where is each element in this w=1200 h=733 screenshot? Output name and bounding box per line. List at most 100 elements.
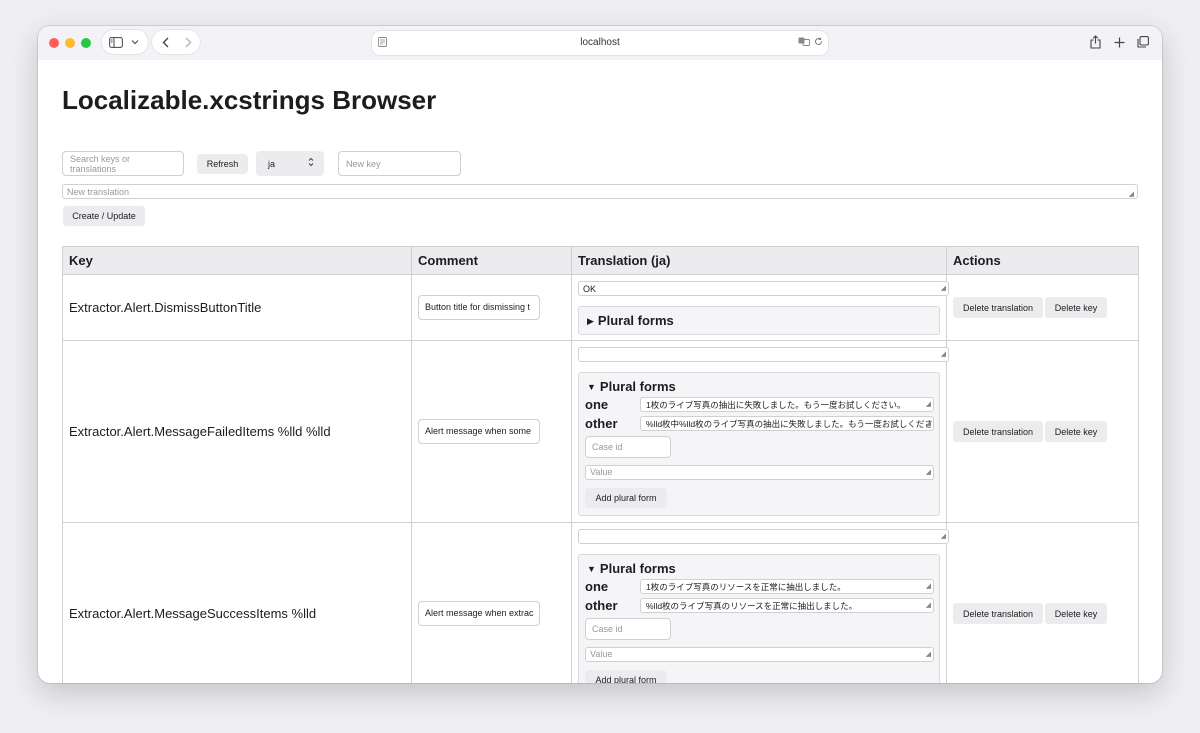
new-key-input[interactable]: New key — [338, 151, 461, 176]
resize-grip-icon[interactable]: ◢ — [941, 349, 946, 361]
plural-forms-label: Plural forms — [599, 379, 676, 394]
address-bar[interactable]: localhost — [372, 31, 828, 55]
plural-forms-summary[interactable]: ▼ Plural forms — [587, 379, 676, 394]
plural-form-label: other — [585, 598, 618, 613]
delete-key-button[interactable]: Delete key — [1045, 603, 1107, 624]
resize-grip-icon[interactable]: ◢ — [926, 466, 931, 479]
language-select[interactable]: ja — [256, 151, 324, 176]
translate-icon[interactable] — [798, 37, 810, 48]
chevron-down-icon[interactable] — [124, 31, 146, 53]
create-update-button[interactable]: Create / Update — [63, 206, 145, 226]
new-translation-placeholder: New translation — [67, 186, 130, 197]
table-row: Extractor.Alert.MessageFailedItems %lld … — [62, 340, 1139, 523]
resize-grip-icon[interactable]: ◢ — [926, 418, 931, 430]
search-input[interactable]: Search keys or translations — [62, 151, 184, 176]
browser-window: localhost Localizable.xcstrings Browser … — [38, 26, 1162, 683]
language-select-value: ja — [268, 158, 276, 169]
delete-translation-button[interactable]: Delete translation — [953, 603, 1043, 624]
resize-grip-icon[interactable]: ◢ — [941, 283, 946, 295]
resize-grip-icon[interactable]: ◢ — [926, 600, 931, 612]
address-url: localhost — [580, 37, 620, 48]
plural-new-value-input[interactable]: Value ◢ — [585, 647, 934, 662]
header-translation: Translation (ja) — [571, 246, 947, 275]
actions-cell: Delete translation Delete key — [946, 340, 1139, 523]
header-actions: Actions — [946, 246, 1139, 275]
back-icon[interactable] — [154, 31, 176, 53]
plural-value-input[interactable]: 1枚のライブ写真の抽出に失敗しました。もう一度お試しください。 ◢ — [640, 397, 934, 412]
translations-table: Key Comment Translation (ja) Actions Ext… — [62, 246, 1139, 683]
share-icon[interactable] — [1084, 31, 1106, 53]
plural-value-input[interactable]: 1枚のライブ写真のリソースを正常に抽出しました。 ◢ — [640, 579, 934, 594]
plural-forms-label: Plural forms — [599, 561, 676, 576]
row-key: Extractor.Alert.MessageFailedItems %lld … — [62, 340, 412, 523]
plural-value-input[interactable]: %lld枚のライブ写真のリソースを正常に抽出しました。 ◢ — [640, 598, 934, 613]
minimize-window-button[interactable] — [65, 38, 75, 48]
plural-forms-disclosure: ▼ Plural forms one 1枚のライブ写真のリソースを正常に抽出しまし… — [578, 554, 940, 683]
plural-value: %lld枚中%lld枚のライブ写真の抽出に失敗しました。もう一度お試しくださ — [646, 419, 933, 429]
plural-form-label: one — [585, 579, 609, 594]
row-key: Extractor.Alert.MessageSuccessItems %lld — [62, 522, 412, 683]
delete-translation-button[interactable]: Delete translation — [953, 421, 1043, 442]
plural-forms-disclosure[interactable]: ▶ Plural forms — [578, 306, 940, 335]
table-row: Extractor.Alert.DismissButtonTitle Butto… — [62, 274, 1139, 341]
reload-icon[interactable] — [814, 37, 823, 48]
tab-overview-icon[interactable] — [1132, 31, 1154, 53]
resize-grip-icon[interactable]: ◢ — [926, 581, 931, 593]
translation-value: OK — [583, 284, 597, 294]
plural-form-label: one — [585, 397, 609, 412]
comment-cell: Alert message when some — [411, 340, 572, 523]
forward-icon[interactable] — [177, 31, 199, 53]
translation-cell: OK ◢ ▶ Plural forms — [571, 274, 949, 341]
zoom-window-button[interactable] — [81, 38, 91, 48]
browser-toolbar: localhost — [38, 26, 1162, 60]
actions-cell: Delete translation Delete key — [946, 522, 1139, 683]
disclosure-collapsed-icon: ▶ — [587, 316, 594, 326]
translation-input[interactable]: ◢ — [578, 529, 949, 544]
translation-cell: ◢ ▼ Plural forms one 1枚のライブ写真の抽出に失敗しました。も… — [571, 340, 949, 523]
refresh-button[interactable]: Refresh — [197, 154, 248, 174]
resize-grip-icon[interactable]: ◢ — [1129, 190, 1134, 198]
row-key: Extractor.Alert.DismissButtonTitle — [62, 274, 412, 341]
resize-grip-icon[interactable]: ◢ — [926, 648, 931, 661]
actions-cell: Delete translation Delete key — [946, 274, 1139, 341]
plural-new-value-input[interactable]: Value ◢ — [585, 465, 934, 480]
plural-forms-disclosure: ▼ Plural forms one 1枚のライブ写真の抽出に失敗しました。もう一… — [578, 372, 940, 516]
delete-key-button[interactable]: Delete key — [1045, 297, 1107, 318]
translation-cell: ◢ ▼ Plural forms one 1枚のライブ写真のリソースを正常に抽出し… — [571, 522, 949, 683]
header-comment: Comment — [411, 246, 572, 275]
plural-value: 1枚のライブ写真のリソースを正常に抽出しました。 — [646, 582, 846, 592]
header-key: Key — [62, 246, 412, 275]
page-content: Localizable.xcstrings Browser Search key… — [38, 60, 1162, 683]
disclosure-expanded-icon: ▼ — [587, 382, 596, 392]
add-plural-form-button[interactable]: Add plural form — [585, 670, 667, 683]
disclosure-expanded-icon: ▼ — [587, 564, 596, 574]
new-translation-input[interactable]: New translation ◢ — [62, 184, 1138, 199]
plural-form-label: other — [585, 416, 618, 431]
page-title: Localizable.xcstrings Browser — [62, 85, 437, 115]
delete-translation-button[interactable]: Delete translation — [953, 297, 1043, 318]
value-placeholder: Value — [590, 467, 613, 477]
comment-input[interactable]: Button title for dismissing t — [418, 295, 540, 320]
case-id-input[interactable]: Case id — [585, 436, 671, 458]
plural-forms-label: Plural forms — [597, 313, 674, 328]
comment-input[interactable]: Alert message when some — [418, 419, 540, 444]
close-window-button[interactable] — [49, 38, 59, 48]
select-chevron-icon — [308, 157, 314, 169]
case-id-input[interactable]: Case id — [585, 618, 671, 640]
resize-grip-icon[interactable]: ◢ — [926, 399, 931, 411]
plural-value-input[interactable]: %lld枚中%lld枚のライブ写真の抽出に失敗しました。もう一度お試しくださ ◢ — [640, 416, 934, 431]
plural-forms-summary[interactable]: ▼ Plural forms — [587, 561, 676, 576]
comment-cell: Button title for dismissing t — [411, 274, 572, 341]
value-placeholder: Value — [590, 649, 613, 659]
comment-cell: Alert message when extrac — [411, 522, 572, 683]
plural-value: %lld枚のライブ写真のリソースを正常に抽出しました。 — [646, 601, 858, 611]
comment-input[interactable]: Alert message when extrac — [418, 601, 540, 626]
table-row: Extractor.Alert.MessageSuccessItems %lld… — [62, 522, 1139, 683]
translation-input[interactable]: OK ◢ — [578, 281, 949, 296]
resize-grip-icon[interactable]: ◢ — [941, 531, 946, 543]
delete-key-button[interactable]: Delete key — [1045, 421, 1107, 442]
add-plural-form-button[interactable]: Add plural form — [585, 488, 667, 508]
translation-input[interactable]: ◢ — [578, 347, 949, 362]
plural-value: 1枚のライブ写真の抽出に失敗しました。もう一度お試しください。 — [646, 400, 906, 410]
new-tab-icon[interactable] — [1108, 31, 1130, 53]
